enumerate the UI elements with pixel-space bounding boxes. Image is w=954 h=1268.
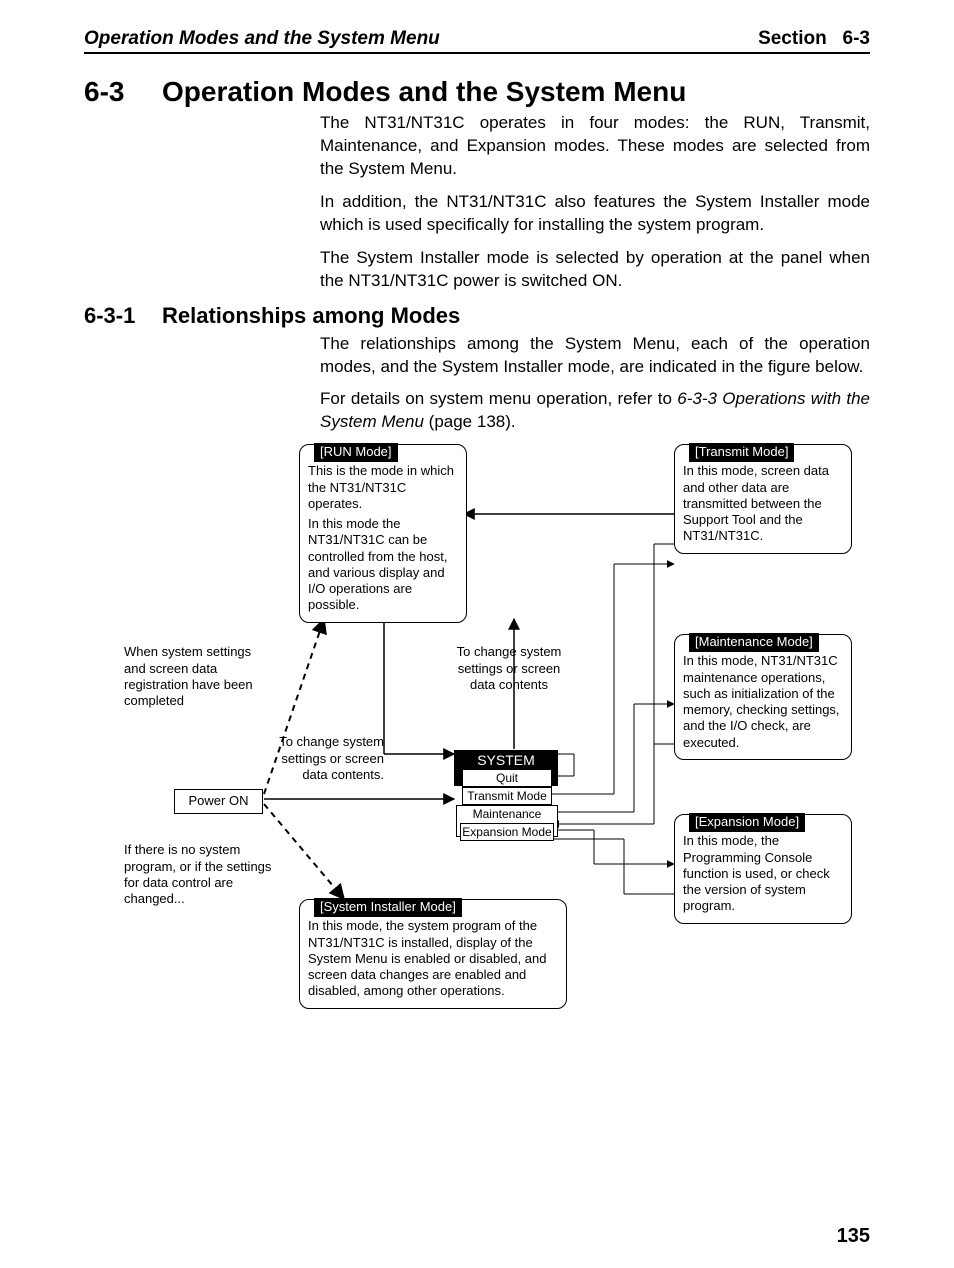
- note-change-settings-left: To change system settings or screen data…: [264, 734, 384, 783]
- maintenance-mode-box: [Maintenance Mode] In this mode, NT31/NT…: [674, 634, 852, 760]
- run-mode-label: [RUN Mode]: [314, 443, 398, 461]
- run-mode-text1: This is the mode in which the NT31/NT31C…: [308, 463, 458, 512]
- page-number: 135: [837, 1225, 870, 1248]
- header-section-num: 6-3: [843, 28, 870, 49]
- note-no-system-program: If there is no system program, or if the…: [124, 842, 274, 907]
- header-right: Section 6-3: [758, 28, 870, 50]
- note-change-settings-center: To change system settings or screen data…: [444, 644, 574, 693]
- note-settings-completed: When system settings and screen data reg…: [124, 644, 274, 709]
- header-left: Operation Modes and the System Menu: [84, 28, 440, 50]
- system-menu-quit: Quit: [462, 769, 552, 787]
- transmit-mode-text: In this mode, screen data and other data…: [683, 463, 843, 544]
- power-on-box: Power ON: [174, 789, 263, 813]
- subsection-title: 6-3-1 Relationships among Modes: [84, 303, 870, 329]
- installer-mode-box: [System Installer Mode] In this mode, th…: [299, 899, 567, 1008]
- installer-mode-text: In this mode, the system program of the …: [308, 918, 558, 999]
- transmit-mode-box: [Transmit Mode] In this mode, screen dat…: [674, 444, 852, 553]
- subsection-p2: For details on system menu operation, re…: [320, 388, 870, 434]
- transmit-mode-label: [Transmit Mode]: [689, 443, 794, 461]
- subsection-p1: The relationships among the System Menu,…: [320, 333, 870, 379]
- maintenance-mode-text: In this mode, NT31/NT31C maintenance ope…: [683, 653, 843, 751]
- subsection-p2c: (page 138).: [424, 412, 516, 431]
- section-p3: The System Installer mode is selected by…: [320, 247, 870, 293]
- section-number: 6-3: [84, 76, 162, 108]
- section-body: The NT31/NT31C operates in four modes: t…: [320, 112, 870, 293]
- subsection-title-text: Relationships among Modes: [162, 303, 460, 329]
- section-title: 6-3 Operation Modes and the System Menu: [84, 76, 870, 108]
- section-p2: In addition, the NT31/NT31C also feature…: [320, 191, 870, 237]
- subsection-number: 6-3-1: [84, 303, 162, 329]
- system-menu-expansion: Expansion Mode: [460, 823, 554, 841]
- expansion-mode-text: In this mode, the Programming Console fu…: [683, 833, 843, 914]
- subsection-p2a: For details on system menu operation, re…: [320, 389, 677, 408]
- mode-relationship-diagram: [RUN Mode] This is the mode in which the…: [114, 444, 874, 1014]
- system-menu-transmit: Transmit Mode: [462, 787, 552, 805]
- page-header: Operation Modes and the System Menu Sect…: [84, 28, 870, 54]
- run-mode-text2: In this mode the NT31/NT31C can be contr…: [308, 516, 458, 614]
- subsection-body: The relationships among the System Menu,…: [320, 333, 870, 435]
- section-title-text: Operation Modes and the System Menu: [162, 76, 686, 108]
- section-p1: The NT31/NT31C operates in four modes: t…: [320, 112, 870, 181]
- header-section-label: Section: [758, 28, 827, 49]
- expansion-mode-box: [Expansion Mode] In this mode, the Progr…: [674, 814, 852, 923]
- expansion-mode-label: [Expansion Mode]: [689, 813, 805, 831]
- installer-mode-label: [System Installer Mode]: [314, 898, 462, 916]
- maintenance-mode-label: [Maintenance Mode]: [689, 633, 819, 651]
- run-mode-box: [RUN Mode] This is the mode in which the…: [299, 444, 467, 622]
